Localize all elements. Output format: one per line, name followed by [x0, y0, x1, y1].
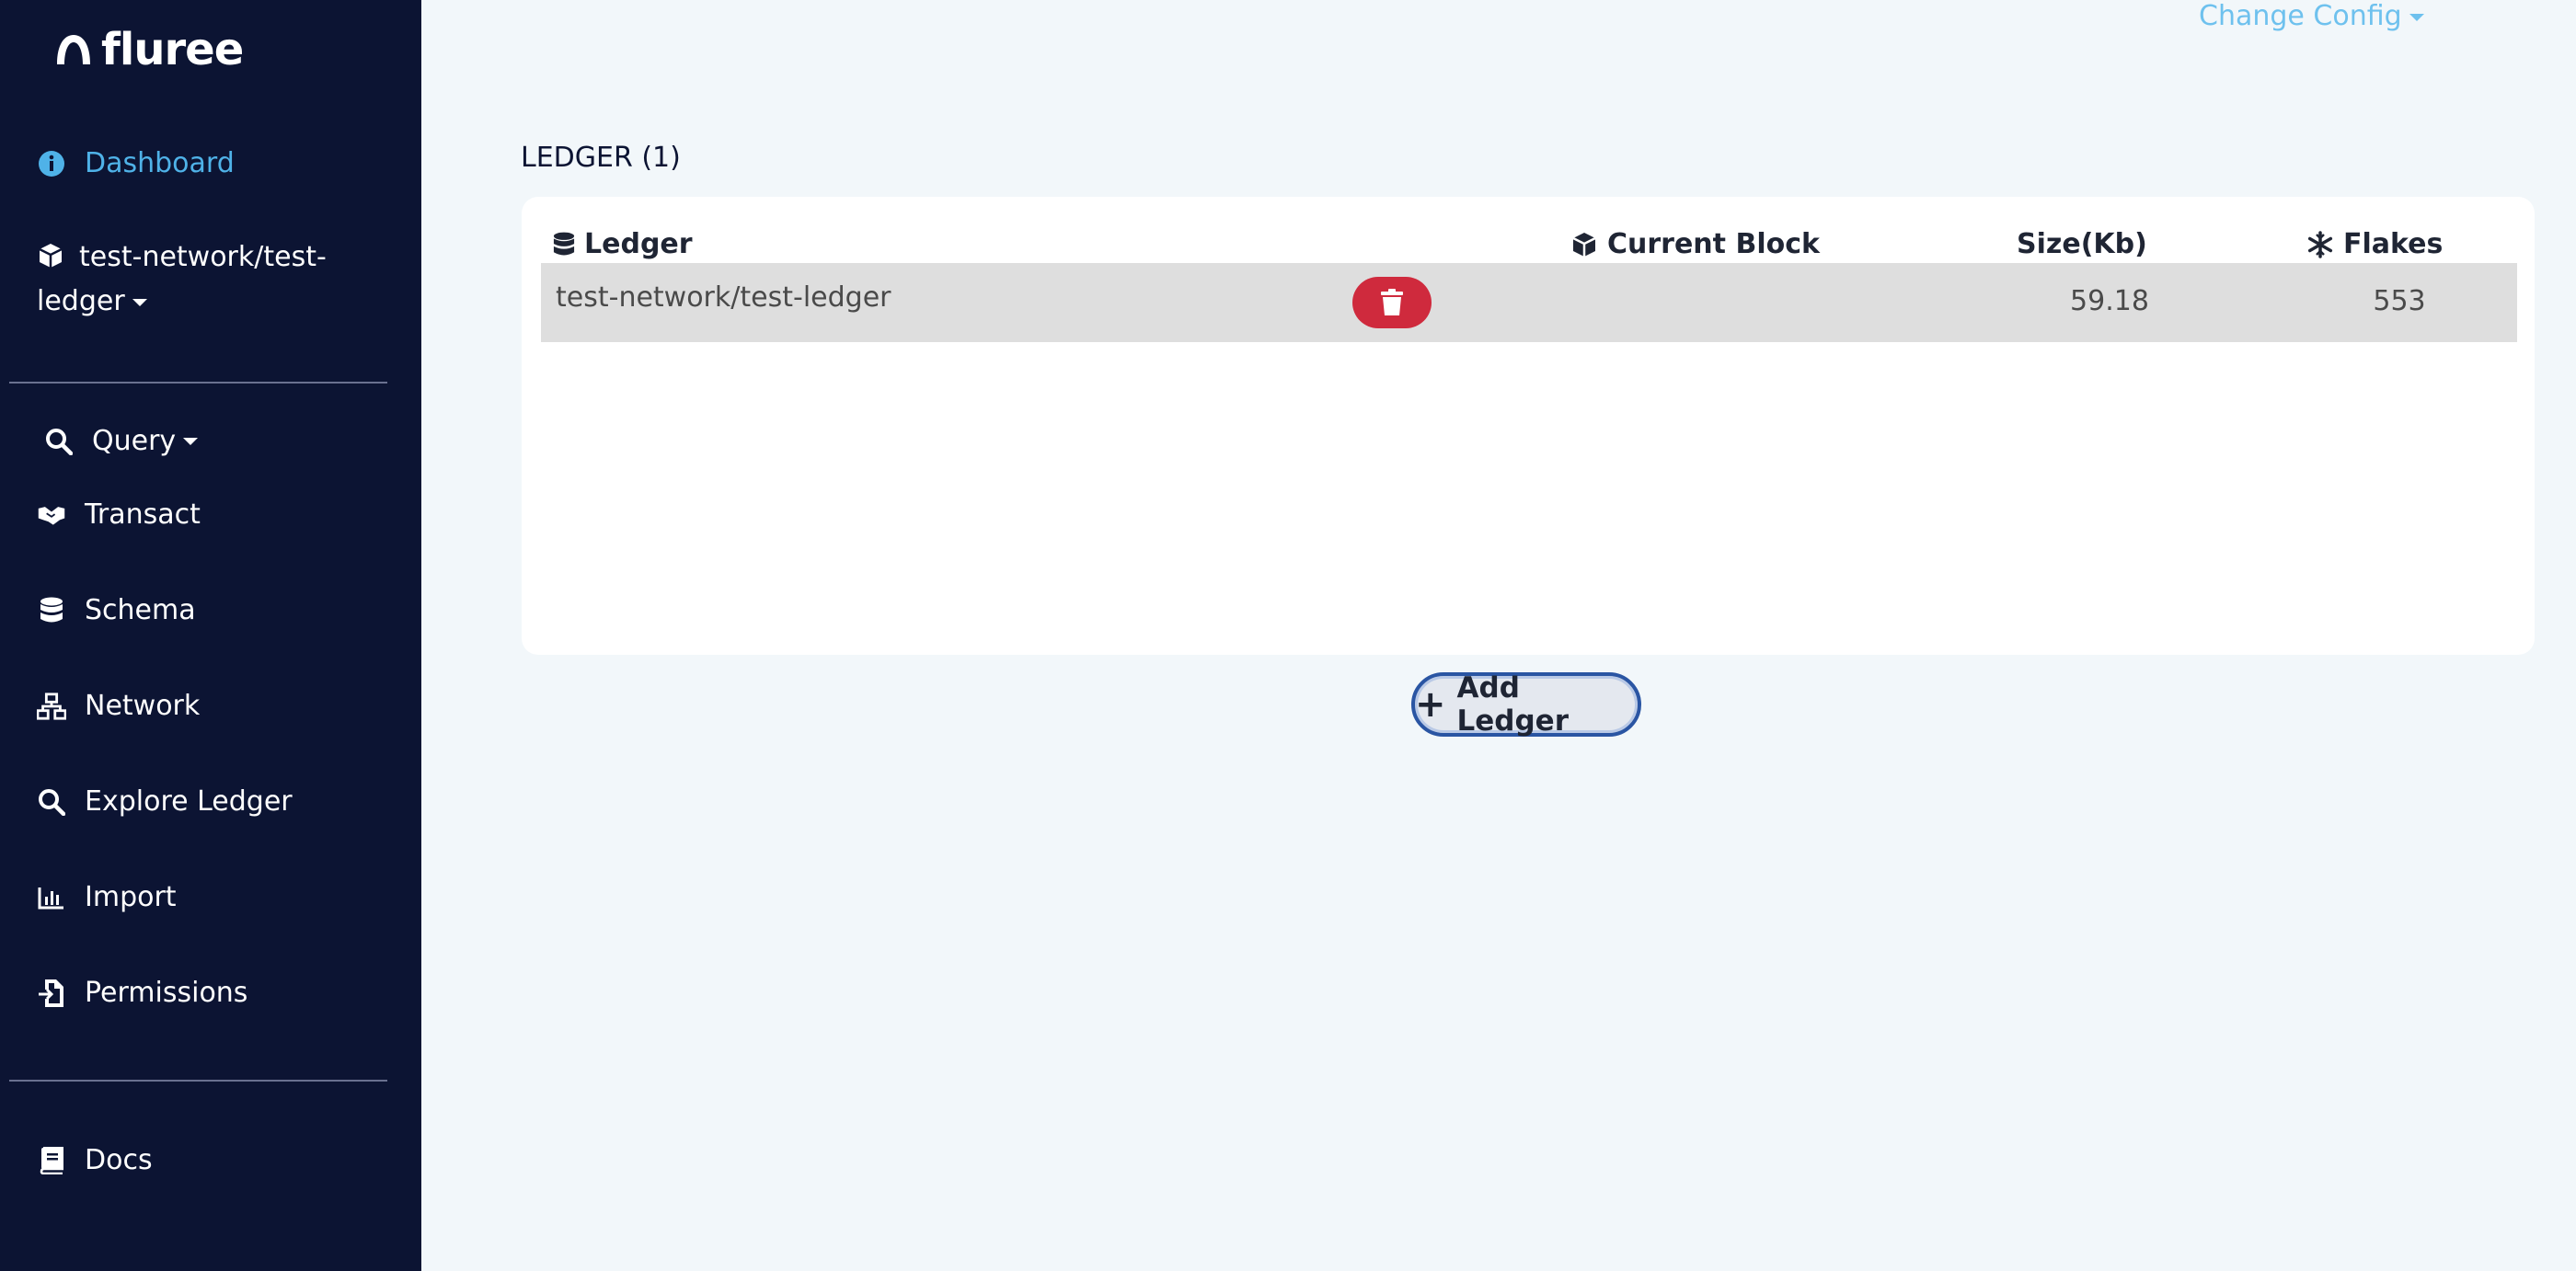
chevron-down-icon: [2409, 13, 2424, 21]
table-row[interactable]: test-network/test-ledger 59.18 553: [541, 263, 2517, 342]
size-cell: 59.18: [2070, 285, 2149, 317]
fluree-logo[interactable]: fluree: [52, 22, 244, 77]
brand-name: fluree: [101, 24, 244, 75]
sidebar-item-network[interactable]: Network: [37, 690, 200, 722]
sidebar-item-label: Import: [85, 881, 177, 913]
database-icon: [37, 596, 66, 625]
ledger-selector[interactable]: test-network/test-ledger: [37, 237, 386, 322]
sidebar-item-docs[interactable]: Docs: [37, 1144, 153, 1176]
sidebar-item-label: Query: [92, 425, 177, 457]
search-icon: [37, 787, 66, 817]
add-ledger-label: Add Ledger: [1456, 671, 1569, 738]
cube-icon: [1570, 231, 1598, 258]
fluree-logo-icon: [57, 35, 90, 64]
sidebar-item-label: Transact: [85, 498, 201, 531]
cube-icon: [37, 241, 64, 281]
plus-icon: +: [1415, 683, 1446, 726]
sidebar-item-label: Dashboard: [85, 147, 235, 179]
flakes-cell: 553: [2373, 285, 2426, 317]
delete-ledger-button[interactable]: [1352, 277, 1432, 328]
sidebar-item-permissions[interactable]: Permissions: [37, 977, 247, 1009]
sidebar-item-dashboard[interactable]: Dashboard: [37, 147, 235, 179]
add-ledger-button[interactable]: + Add Ledger: [1411, 671, 1641, 738]
sidebar-item-import[interactable]: Import: [37, 881, 177, 913]
ledger-name-cell[interactable]: test-network/test-ledger: [556, 281, 891, 314]
sidebar-item-schema[interactable]: Schema: [37, 594, 196, 626]
column-header-flakes: Flakes: [2306, 228, 2443, 260]
column-header-current-block: Current Block: [1570, 228, 1820, 260]
sidebar-item-label: Permissions: [85, 977, 248, 1009]
sidebar-item-transact[interactable]: Transact: [37, 498, 201, 531]
file-import-icon: [37, 979, 66, 1008]
chevron-down-icon: [183, 437, 199, 445]
chevron-down-icon: [132, 298, 147, 306]
change-config-label: Change Config: [2199, 0, 2402, 32]
network-icon: [37, 692, 66, 721]
column-header-ledger: Ledger: [553, 228, 693, 260]
ledger-selector-label: test-network/test-ledger: [37, 241, 327, 317]
ledger-count-heading: LEDGER (1): [521, 142, 681, 174]
sidebar-item-label: Network: [85, 690, 201, 722]
chart-bar-icon: [37, 883, 66, 912]
sidebar-item-label: Explore Ledger: [85, 785, 293, 818]
info-icon: [37, 149, 66, 178]
book-icon: [37, 1146, 66, 1175]
ledger-table: Ledger Current Block Size(Kb) Flakes tes…: [522, 197, 2535, 655]
sidebar-item-label: Schema: [85, 594, 196, 626]
change-config-dropdown[interactable]: Change Config: [2199, 0, 2424, 32]
sidebar-divider: [9, 382, 387, 384]
sidebar: fluree Dashboard test-network/test-ledge…: [0, 0, 421, 1271]
sidebar-item-explore-ledger[interactable]: Explore Ledger: [37, 785, 293, 818]
sidebar-item-query[interactable]: Query: [44, 425, 199, 457]
sidebar-divider: [9, 1080, 387, 1082]
database-icon: [553, 231, 575, 258]
snowflake-icon: [2306, 230, 2334, 258]
handshake-icon: [37, 500, 66, 530]
trash-icon: [1381, 289, 1403, 315]
search-icon: [44, 427, 74, 456]
column-header-size: Size(Kb): [2017, 228, 2147, 260]
sidebar-item-label: Docs: [85, 1144, 153, 1176]
